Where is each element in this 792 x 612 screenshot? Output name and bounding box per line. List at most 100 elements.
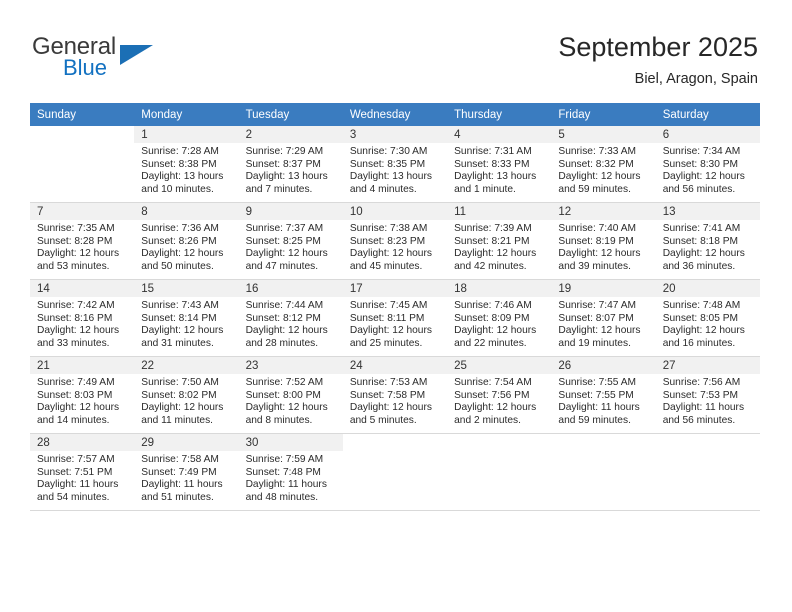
day-cell-inner: 29 Sunrise: 7:58 AM Sunset: 7:49 PM Dayligh… (134, 434, 239, 510)
daylight-text: Daylight: 11 hours (141, 479, 223, 491)
calendar-table: Sunday Monday Tuesday Wednesday Thursday… (30, 103, 760, 511)
daylight-text: Daylight: 12 hours (349, 248, 432, 260)
daylight-text-cont: and 36 minutes. (662, 260, 736, 272)
sunset-text: Sunset: 8:30 PM (662, 158, 739, 170)
day-details (551, 451, 655, 454)
day-number: 6 (655, 126, 760, 143)
day-number: 1 (134, 126, 239, 143)
calendar-day-cell[interactable]: 30 Sunrise: 7:59 AM Sunset: 7:48 PM Dayligh… (238, 433, 343, 511)
calendar-day-cell[interactable]: 25 Sunrise: 7:54 AM Sunset: 7:56 PM Dayligh… (447, 356, 552, 434)
calendar-day-cell[interactable]: 13 Sunrise: 7:41 AM Sunset: 8:18 PM Dayligh… (655, 202, 760, 280)
daylight-text: Daylight: 13 hours (454, 171, 537, 183)
day-cell-inner: 6 Sunrise: 7:34 AM Sunset: 8:30 PM Daylight… (655, 126, 760, 202)
sunset-text: Sunset: 8:00 PM (245, 389, 321, 401)
calendar-day-cell[interactable]: 10 Sunrise: 7:38 AM Sunset: 8:23 PM Dayligh… (342, 202, 448, 280)
sunset-text: Sunset: 8:07 PM (558, 312, 634, 324)
sunset-text: Sunset: 8:09 PM (454, 312, 530, 324)
daylight-text: Daylight: 11 hours (662, 402, 745, 414)
day-details: Sunrise: 7:56 AM Sunset: 7:53 PM Daylight:… (656, 374, 760, 427)
day-cell-inner: 20 Sunrise: 7:48 AM Sunset: 8:05 PM Dayligh… (655, 280, 760, 356)
sunset-text: Sunset: 7:51 PM (37, 466, 113, 478)
general-blue-logo[interactable]: General Blue (32, 33, 212, 85)
calendar-day-cell[interactable]: 27 Sunrise: 7:56 AM Sunset: 7:53 PM Dayligh… (655, 356, 760, 434)
day-cell-inner (30, 126, 134, 202)
sunset-text: Sunset: 8:28 PM (37, 235, 113, 247)
calendar-day-cell[interactable]: 14 Sunrise: 7:42 AM Sunset: 8:16 PM Dayligh… (30, 279, 135, 357)
day-cell-inner: 21 Sunrise: 7:49 AM Sunset: 8:03 PM Dayligh… (30, 357, 135, 433)
calendar-day-cell[interactable]: 7 Sunrise: 7:35 AM Sunset: 8:28 PM Daylight… (30, 202, 135, 280)
calendar-day-cell[interactable]: 9 Sunrise: 7:37 AM Sunset: 8:25 PM Daylight… (238, 202, 343, 280)
calendar-day-cell[interactable]: 20 Sunrise: 7:48 AM Sunset: 8:05 PM Dayligh… (655, 279, 760, 357)
weekday-header-sunday: Sunday (30, 103, 135, 126)
sunrise-text: Sunrise: 7:37 AM (245, 223, 324, 234)
calendar-day-cell[interactable]: 23 Sunrise: 7:52 AM Sunset: 8:00 PM Dayligh… (238, 356, 343, 434)
sunset-text: Sunset: 8:12 PM (245, 312, 321, 324)
day-number: 9 (238, 203, 343, 220)
calendar-day-cell[interactable]: 1 Sunrise: 7:28 AM Sunset: 8:38 PM Daylight… (134, 126, 239, 203)
daylight-text: Daylight: 12 hours (37, 325, 120, 337)
day-number: 11 (447, 203, 552, 220)
day-number: 23 (238, 357, 343, 374)
daylight-text-cont: and 7 minutes. (245, 183, 313, 195)
day-number: 19 (551, 280, 656, 297)
daylight-text-cont: and 47 minutes. (245, 260, 319, 272)
calendar-week-row: 21 Sunrise: 7:49 AM Sunset: 8:03 PM Dayligh… (30, 356, 760, 434)
day-cell-inner: 3 Sunrise: 7:30 AM Sunset: 8:35 PM Daylight… (342, 126, 448, 202)
day-details: Sunrise: 7:40 AM Sunset: 8:19 PM Daylight:… (551, 220, 655, 273)
day-cell-inner: 16 Sunrise: 7:44 AM Sunset: 8:12 PM Dayligh… (238, 280, 343, 356)
daylight-text-cont: and 14 minutes. (37, 414, 110, 426)
day-number: 5 (551, 126, 656, 143)
day-details (656, 451, 760, 454)
calendar-day-cell[interactable]: 21 Sunrise: 7:49 AM Sunset: 8:03 PM Dayligh… (30, 356, 135, 434)
calendar-day-cell[interactable]: 19 Sunrise: 7:47 AM Sunset: 8:07 PM Dayligh… (551, 279, 656, 357)
calendar-day-cell[interactable]: 18 Sunrise: 7:46 AM Sunset: 8:09 PM Dayligh… (447, 279, 552, 357)
daylight-text-cont: and 31 minutes. (141, 337, 214, 349)
day-number: 25 (447, 357, 552, 374)
day-cell-inner: 2 Sunrise: 7:29 AM Sunset: 8:37 PM Daylight… (238, 126, 343, 202)
calendar-day-cell[interactable]: 24 Sunrise: 7:53 AM Sunset: 7:58 PM Dayligh… (342, 356, 448, 434)
weekday-header-saturday: Saturday (655, 103, 760, 126)
sunrise-text: Sunrise: 7:43 AM (141, 300, 219, 311)
calendar-page: General Blue September 2025 Biel, Aragon… (0, 0, 792, 612)
daylight-text: Daylight: 12 hours (558, 248, 641, 260)
daylight-text: Daylight: 12 hours (245, 248, 328, 260)
day-number: 10 (342, 203, 448, 220)
calendar-day-cell[interactable]: 12 Sunrise: 7:40 AM Sunset: 8:19 PM Dayligh… (551, 202, 656, 280)
logo-triangle-icon (120, 45, 153, 65)
sunrise-text: Sunrise: 7:55 AM (558, 377, 636, 388)
daylight-text: Daylight: 11 hours (245, 479, 327, 491)
calendar-day-cell[interactable]: 17 Sunrise: 7:45 AM Sunset: 8:11 PM Dayligh… (342, 279, 448, 357)
day-number: 16 (238, 280, 343, 297)
daylight-text: Daylight: 12 hours (454, 325, 537, 337)
day-cell-inner: 25 Sunrise: 7:54 AM Sunset: 7:56 PM Dayligh… (447, 357, 552, 433)
day-cell-inner: 18 Sunrise: 7:46 AM Sunset: 8:09 PM Dayligh… (447, 280, 552, 356)
daylight-text: Daylight: 12 hours (662, 325, 745, 337)
daylight-text-cont: and 50 minutes. (141, 260, 214, 272)
sunrise-text: Sunrise: 7:49 AM (37, 377, 115, 388)
calendar-day-cell[interactable]: 16 Sunrise: 7:44 AM Sunset: 8:12 PM Dayligh… (238, 279, 343, 357)
daylight-text: Daylight: 13 hours (141, 171, 224, 183)
calendar-day-cell[interactable]: 4 Sunrise: 7:31 AM Sunset: 8:33 PM Daylight… (447, 126, 552, 203)
calendar-day-cell[interactable]: 2 Sunrise: 7:29 AM Sunset: 8:37 PM Daylight… (238, 126, 343, 203)
day-details: Sunrise: 7:34 AM Sunset: 8:30 PM Daylight:… (656, 143, 760, 196)
calendar-day-cell[interactable]: 15 Sunrise: 7:43 AM Sunset: 8:14 PM Dayligh… (134, 279, 239, 357)
calendar-day-cell[interactable]: 26 Sunrise: 7:55 AM Sunset: 7:55 PM Dayligh… (551, 356, 656, 434)
daylight-text: Daylight: 12 hours (37, 248, 120, 260)
daylight-text-cont: and 48 minutes. (245, 491, 319, 503)
sunrise-text: Sunrise: 7:36 AM (141, 223, 219, 234)
daylight-text-cont: and 42 minutes. (454, 260, 527, 272)
calendar-day-cell[interactable]: 8 Sunrise: 7:36 AM Sunset: 8:26 PM Daylight… (134, 202, 239, 280)
day-number: 15 (134, 280, 239, 297)
calendar-day-cell[interactable]: 22 Sunrise: 7:50 AM Sunset: 8:02 PM Dayligh… (134, 356, 239, 434)
day-details: Sunrise: 7:28 AM Sunset: 8:38 PM Daylight:… (134, 143, 238, 196)
calendar-day-cell[interactable]: 29 Sunrise: 7:58 AM Sunset: 7:49 PM Dayligh… (134, 433, 239, 511)
day-cell-inner (551, 434, 655, 510)
calendar-day-cell[interactable]: 28 Sunrise: 7:57 AM Sunset: 7:51 PM Dayligh… (30, 433, 135, 511)
calendar-day-cell[interactable]: 5 Sunrise: 7:33 AM Sunset: 8:32 PM Daylight… (551, 126, 656, 203)
sunrise-text: Sunrise: 7:33 AM (558, 146, 636, 157)
sunrise-text: Sunrise: 7:50 AM (141, 377, 219, 388)
calendar-day-cell[interactable]: 3 Sunrise: 7:30 AM Sunset: 8:35 PM Daylight… (342, 126, 448, 203)
calendar-day-cell[interactable]: 6 Sunrise: 7:34 AM Sunset: 8:30 PM Daylight… (655, 126, 760, 203)
sunrise-text: Sunrise: 7:40 AM (558, 223, 636, 234)
calendar-day-cell[interactable]: 11 Sunrise: 7:39 AM Sunset: 8:21 PM Dayligh… (447, 202, 552, 280)
